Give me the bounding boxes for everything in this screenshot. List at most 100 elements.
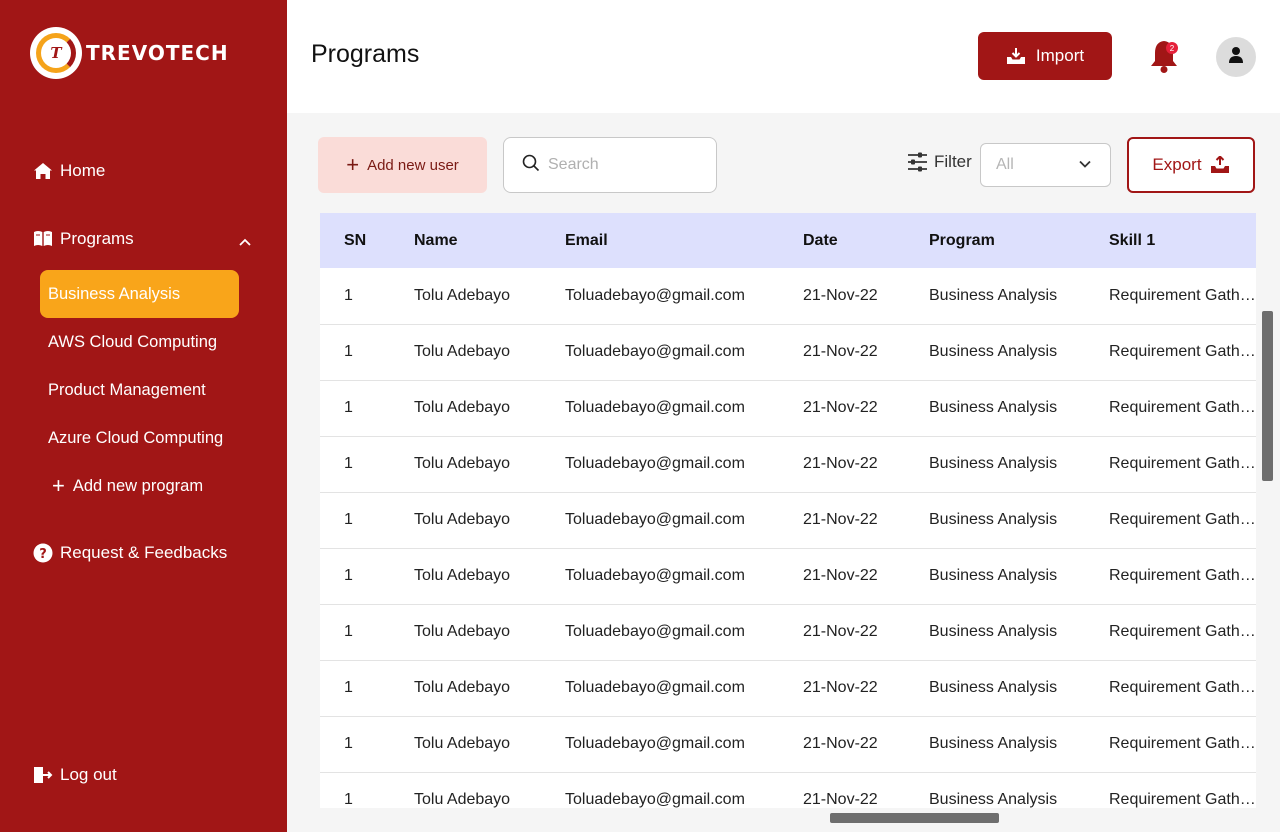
cell-email: Toluadebayo@gmail.com: [565, 604, 803, 661]
plus-icon: +: [52, 473, 65, 498]
cell-date: 21-Nov-22: [803, 660, 929, 717]
chevron-down-icon: [1078, 157, 1092, 176]
column-header-email[interactable]: Email: [565, 213, 803, 268]
column-header-program[interactable]: Program: [929, 213, 1109, 268]
cell-email: Toluadebayo@gmail.com: [565, 436, 803, 493]
cell-email: Toluadebayo@gmail.com: [565, 660, 803, 717]
sliders-icon: [907, 152, 928, 172]
cell-skill-1: Requirement Gathering: [1109, 660, 1256, 717]
cell-program: Business Analysis: [929, 268, 1109, 325]
export-tray-icon: [1210, 156, 1230, 174]
skill-text: Requirement Gathering: [1109, 343, 1256, 360]
cell-email: Toluadebayo@gmail.com: [565, 268, 803, 325]
notification-badge: 2: [1166, 42, 1178, 54]
skill-text: Requirement Gathering: [1109, 623, 1256, 640]
table-row[interactable]: 1 Tolu Adebayo Toluadebayo@gmail.com 21-Nov…: [320, 548, 1256, 605]
sidebar-item-feedback[interactable]: ? Request & Feedbacks: [32, 542, 227, 564]
filter-label: Filter: [934, 152, 972, 171]
cell-date: 21-Nov-22: [803, 324, 929, 381]
sidebar-subitem-aws-cloud-computing[interactable]: AWS Cloud Computing: [40, 318, 239, 366]
cell-email: Toluadebayo@gmail.com: [565, 324, 803, 381]
notifications-button[interactable]: 2: [1149, 38, 1179, 74]
search-input[interactable]: [548, 156, 698, 174]
cell-skill-1: Requirement Gathering: [1109, 324, 1256, 381]
add-user-label: Add new user: [367, 156, 459, 174]
horizontal-scrollbar[interactable]: [830, 813, 999, 823]
logout-button[interactable]: Log out: [32, 764, 117, 786]
sidebar-item-home[interactable]: Home: [32, 160, 105, 182]
sidebar: T TREVOTECH Home Programs Business Analy…: [0, 0, 287, 832]
export-button[interactable]: Export: [1127, 137, 1255, 193]
table-row[interactable]: 1 Tolu Adebayo Toluadebayo@gmail.com 21-Nov…: [320, 772, 1256, 808]
cell-date: 21-Nov-22: [803, 548, 929, 605]
table-header-row: SN Name Email Date Program Skill 1: [320, 213, 1256, 268]
filter-select[interactable]: All: [980, 143, 1111, 187]
chevron-up-icon[interactable]: [238, 232, 252, 252]
home-icon: [32, 160, 54, 182]
avatar[interactable]: [1216, 37, 1256, 77]
cell-sn: 1: [320, 492, 414, 549]
cell-name: Tolu Adebayo: [414, 660, 565, 717]
logo-icon: T: [30, 27, 82, 79]
cell-skill-1: Requirement Gathering: [1109, 268, 1256, 325]
inbox-tray-icon: [1006, 47, 1026, 65]
table-row[interactable]: 1 Tolu Adebayo Toluadebayo@gmail.com 21-Nov…: [320, 324, 1256, 381]
vertical-scrollbar[interactable]: [1262, 311, 1273, 481]
book-icon: [32, 228, 54, 250]
user-icon: [1228, 46, 1244, 69]
import-button[interactable]: Import: [978, 32, 1112, 80]
cell-sn: 1: [320, 436, 414, 493]
cell-program: Business Analysis: [929, 492, 1109, 549]
cell-date: 21-Nov-22: [803, 604, 929, 661]
cell-email: Toluadebayo@gmail.com: [565, 772, 803, 808]
cell-date: 21-Nov-22: [803, 380, 929, 437]
column-header-sn[interactable]: SN: [320, 213, 414, 268]
cell-sn: 1: [320, 772, 414, 808]
import-label: Import: [1035, 46, 1085, 65]
cell-program: Business Analysis: [929, 604, 1109, 661]
cell-skill-1: Requirement Gathering: [1109, 548, 1256, 605]
filter-button[interactable]: Filter: [907, 152, 972, 172]
column-header-date[interactable]: Date: [803, 213, 929, 268]
cell-email: Toluadebayo@gmail.com: [565, 380, 803, 437]
cell-sn: 1: [320, 380, 414, 437]
cell-skill-1: Requirement Gathering: [1109, 604, 1256, 661]
cell-email: Toluadebayo@gmail.com: [565, 716, 803, 773]
cell-name: Tolu Adebayo: [414, 436, 565, 493]
skill-text: Requirement Gathering: [1109, 511, 1256, 528]
table-row[interactable]: 1 Tolu Adebayo Toluadebayo@gmail.com 21-Nov…: [320, 604, 1256, 661]
sidebar-subitem-product-management[interactable]: Product Management: [40, 366, 239, 414]
cell-email: Toluadebayo@gmail.com: [565, 492, 803, 549]
cell-skill-1: Requirement Gathering: [1109, 716, 1256, 773]
plus-icon: +: [346, 152, 360, 177]
filter-select-value: All: [996, 156, 1014, 173]
cell-skill-1: Requirement Gathering: [1109, 492, 1256, 549]
sidebar-item-programs[interactable]: Programs: [32, 228, 252, 250]
column-header-skill-1[interactable]: Skill 1: [1109, 213, 1256, 268]
cell-name: Tolu Adebayo: [414, 604, 565, 661]
table-row[interactable]: 1 Tolu Adebayo Toluadebayo@gmail.com 21-Nov…: [320, 660, 1256, 717]
cell-program: Business Analysis: [929, 716, 1109, 773]
skill-text: Requirement Gathering: [1109, 455, 1256, 472]
cell-program: Business Analysis: [929, 548, 1109, 605]
brand-name: TREVOTECH: [86, 41, 229, 65]
sidebar-subitem-business-analysis[interactable]: Business Analysis: [40, 270, 239, 318]
table-row[interactable]: 1 Tolu Adebayo Toluadebayo@gmail.com 21-Nov…: [320, 436, 1256, 493]
column-header-name[interactable]: Name: [414, 213, 565, 268]
add-program-button[interactable]: + Add new program: [40, 462, 239, 510]
cell-date: 21-Nov-22: [803, 268, 929, 325]
cell-program: Business Analysis: [929, 324, 1109, 381]
sidebar-subitem-azure-cloud-computing[interactable]: Azure Cloud Computing: [40, 414, 239, 462]
cell-name: Tolu Adebayo: [414, 324, 565, 381]
table-row[interactable]: 1 Tolu Adebayo Toluadebayo@gmail.com 21-Nov…: [320, 380, 1256, 437]
search-box[interactable]: [503, 137, 717, 193]
page-title: Programs: [311, 40, 420, 68]
add-user-button[interactable]: + Add new user: [318, 137, 487, 193]
cell-program: Business Analysis: [929, 660, 1109, 717]
brand-logo[interactable]: T TREVOTECH: [30, 27, 229, 79]
cell-name: Tolu Adebayo: [414, 268, 565, 325]
table-row[interactable]: 1 Tolu Adebayo Toluadebayo@gmail.com 21-Nov…: [320, 716, 1256, 773]
table-row[interactable]: 1 Tolu Adebayo Toluadebayo@gmail.com 21-Nov…: [320, 492, 1256, 549]
cell-name: Tolu Adebayo: [414, 772, 565, 808]
table-row[interactable]: 1 Tolu Adebayo Toluadebayo@gmail.com 21-Nov…: [320, 268, 1256, 325]
